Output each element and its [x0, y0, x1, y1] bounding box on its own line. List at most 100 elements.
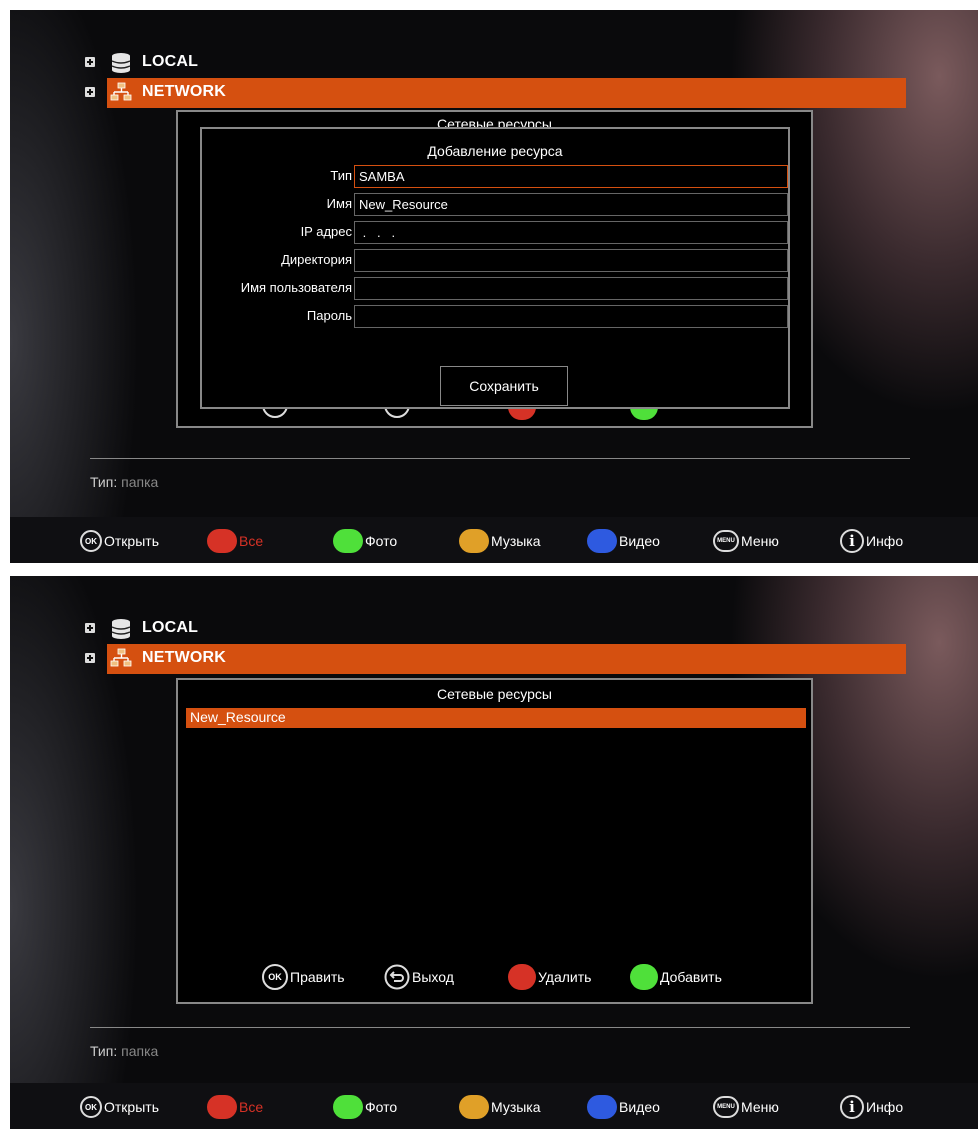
- red-key-icon: [207, 1095, 237, 1119]
- menu-button-icon: MENU: [713, 530, 739, 552]
- green-key-icon: [333, 529, 363, 553]
- dialog-title: Добавление ресурса: [427, 143, 563, 159]
- field-directory[interactable]: Директория: [202, 249, 788, 272]
- hint-delete[interactable]: Удалить: [508, 964, 591, 990]
- hint-add[interactable]: Добавить: [630, 964, 722, 990]
- tree-item-label: NETWORK: [142, 649, 227, 666]
- list-item-resource[interactable]: New_Resource: [186, 708, 806, 728]
- tree-item-label: LOCAL: [142, 53, 199, 70]
- red-key-icon: [207, 529, 237, 553]
- ip-address-input[interactable]: . . .: [354, 221, 788, 244]
- ok-button-icon: OK: [262, 964, 288, 990]
- network-icon: [110, 82, 132, 101]
- panel-title: Сетевые ресурсы: [437, 686, 552, 702]
- hint-label: Открыть: [104, 533, 159, 549]
- field-label: IP адрес: [300, 224, 352, 239]
- hint-label: Удалить: [538, 969, 592, 985]
- type-info-value: папка: [117, 474, 159, 490]
- network-icon: [110, 648, 132, 667]
- tree-item-network[interactable]: NETWORK: [10, 78, 910, 108]
- hint-info[interactable]: i Инфо: [840, 1095, 903, 1119]
- hint-label: Фото: [365, 533, 398, 549]
- hint-label: Видео: [619, 533, 660, 549]
- hint-label: Музыка: [491, 1099, 541, 1115]
- bottom-hint-bar: OK Открыть Все Фото Музыка Видео MENU Ме…: [10, 1083, 978, 1129]
- menu-button-icon: MENU: [713, 1096, 739, 1118]
- field-label: Директория: [281, 252, 352, 267]
- type-info-value: папка: [117, 1043, 159, 1059]
- hint-label: Меню: [741, 1099, 779, 1115]
- hint-photo[interactable]: Фото: [333, 1095, 397, 1119]
- username-input[interactable]: [354, 277, 788, 300]
- type-select[interactable]: SAMBA: [354, 165, 788, 188]
- blue-key-icon: [587, 1095, 617, 1119]
- type-info-key: Тип:: [90, 1043, 118, 1059]
- info-icon: i: [840, 1095, 864, 1119]
- save-button[interactable]: Сохранить: [440, 366, 568, 406]
- info-icon: i: [840, 529, 864, 553]
- hint-music[interactable]: Музыка: [459, 1095, 541, 1119]
- hint-label: Инфо: [866, 1099, 904, 1115]
- tree-item-local[interactable]: LOCAL: [10, 614, 910, 644]
- field-type[interactable]: Тип SAMBA: [202, 165, 788, 188]
- hint-label: Править: [290, 969, 345, 985]
- ok-button-icon: OK: [80, 530, 102, 552]
- tree-item-label: NETWORK: [142, 83, 227, 100]
- field-label: Пароль: [306, 308, 352, 323]
- hint-label: Музыка: [491, 533, 541, 549]
- hint-menu[interactable]: MENU Меню: [713, 529, 779, 553]
- type-info-key: Тип:: [90, 474, 118, 490]
- hint-label: Фото: [365, 1099, 398, 1115]
- hint-video[interactable]: Видео: [587, 1095, 660, 1119]
- network-resources-panel: Сетевые ресурсы New_Resource OK Править …: [176, 678, 813, 1004]
- directory-input[interactable]: [354, 249, 788, 272]
- hint-music[interactable]: Музыка: [459, 529, 541, 553]
- tree-item-local[interactable]: LOCAL: [10, 48, 910, 78]
- type-info: Тип: папка: [90, 1043, 158, 1059]
- tree-item-label: LOCAL: [142, 619, 199, 636]
- expand-icon[interactable]: [85, 87, 95, 97]
- ok-button-icon: OK: [80, 1096, 102, 1118]
- hint-info[interactable]: i Инфо: [840, 529, 903, 553]
- field-username[interactable]: Имя пользователя: [202, 277, 788, 300]
- field-password[interactable]: Пароль: [202, 305, 788, 328]
- hint-exit[interactable]: Выход: [384, 964, 454, 990]
- hint-menu[interactable]: MENU Меню: [713, 1095, 779, 1119]
- hint-open[interactable]: OK Открыть: [80, 529, 159, 553]
- divider: [90, 1027, 910, 1028]
- red-key-icon: [508, 964, 536, 990]
- hint-label: Открыть: [104, 1099, 159, 1115]
- blue-key-icon: [587, 529, 617, 553]
- hint-all[interactable]: Все: [207, 1095, 263, 1119]
- database-icon: [111, 619, 131, 639]
- expand-icon[interactable]: [85, 653, 95, 663]
- screen-add-resource: LOCAL NETWORK Сетевые ресурсы Добавление…: [10, 10, 978, 563]
- field-label: Имя: [326, 196, 352, 211]
- divider: [90, 458, 910, 459]
- hint-edit[interactable]: OK Править: [262, 964, 345, 990]
- hint-all[interactable]: Все: [207, 529, 263, 553]
- selection-highlight: [107, 644, 906, 674]
- field-label: Тип: [330, 168, 352, 183]
- tree-item-network[interactable]: NETWORK: [10, 644, 910, 674]
- database-icon: [111, 53, 131, 73]
- expand-icon[interactable]: [85, 57, 95, 67]
- yellow-key-icon: [459, 529, 489, 553]
- hint-label: Все: [239, 533, 264, 549]
- screen-resource-list: LOCAL NETWORK Сетевые ресурсы New_Resour…: [10, 576, 978, 1129]
- password-input[interactable]: [354, 305, 788, 328]
- hint-label: Видео: [619, 1099, 660, 1115]
- hint-photo[interactable]: Фото: [333, 529, 397, 553]
- field-name[interactable]: Имя New_Resource: [202, 193, 788, 216]
- field-ip[interactable]: IP адрес . . .: [202, 221, 788, 244]
- hint-open[interactable]: OK Открыть: [80, 1095, 159, 1119]
- hint-video[interactable]: Видео: [587, 529, 660, 553]
- green-key-icon: [333, 1095, 363, 1119]
- name-input[interactable]: New_Resource: [354, 193, 788, 216]
- expand-icon[interactable]: [85, 623, 95, 633]
- bottom-hint-bar: OK Открыть Все Фото Музыка Видео MENU Ме…: [10, 517, 978, 563]
- hint-label: Добавить: [660, 969, 722, 985]
- green-key-icon: [630, 964, 658, 990]
- selection-highlight: [107, 78, 906, 108]
- add-resource-dialog: Добавление ресурса Тип SAMBA Имя New_Res…: [200, 127, 790, 409]
